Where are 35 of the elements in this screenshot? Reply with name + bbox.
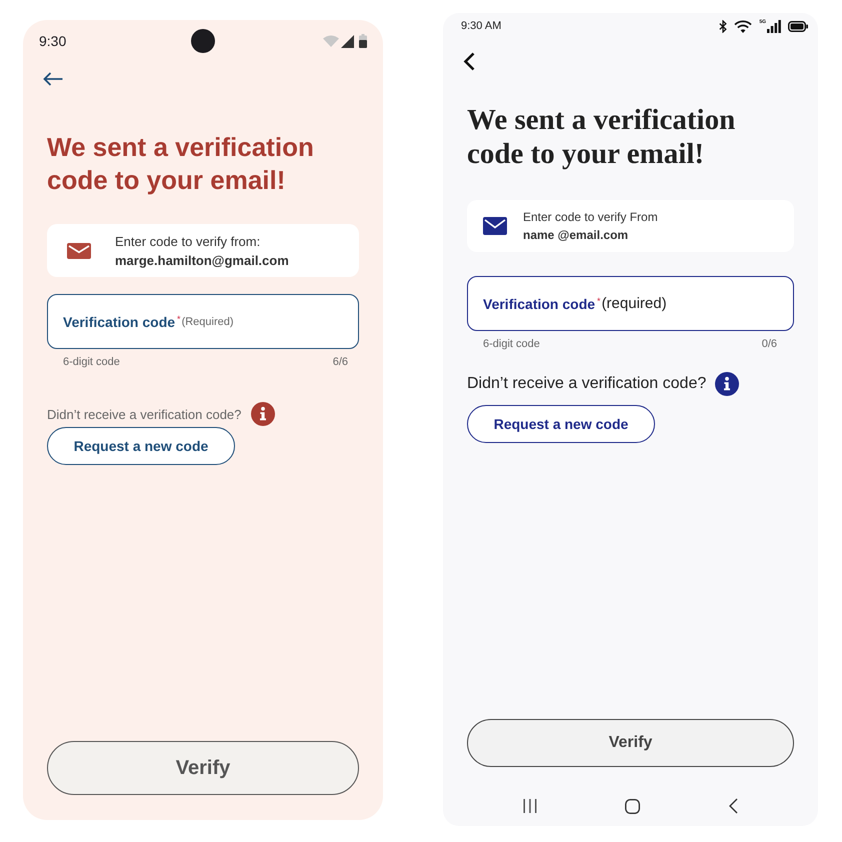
- email-address: name @email.com: [523, 227, 630, 244]
- status-time: 9:30: [39, 33, 68, 49]
- camera-cutout-icon: [191, 29, 215, 53]
- info-icon[interactable]: [251, 402, 276, 426]
- battery-icon: [359, 34, 367, 48]
- wifi-icon: [734, 20, 752, 32]
- home-icon[interactable]: [625, 798, 640, 814]
- request-code-button[interactable]: Request a new code: [467, 405, 655, 443]
- envelope-icon: [67, 242, 91, 258]
- verification-code-field[interactable]: Verification code*(required): [467, 276, 794, 331]
- back-nav-icon[interactable]: [728, 798, 738, 814]
- page-title: We sent a verification code to your email!: [467, 103, 736, 171]
- helper-text: 6-digit code: [483, 337, 540, 352]
- back-chevron-icon[interactable]: [463, 52, 475, 71]
- bluetooth-icon: [719, 20, 728, 32]
- recent-apps-icon[interactable]: [523, 799, 537, 813]
- back-arrow-icon[interactable]: [43, 72, 63, 86]
- resend-prompt: Didn’t receive a verification code?: [467, 375, 706, 393]
- resend-prompt: Didn’t receive a verification code?: [47, 406, 242, 422]
- envelope-icon: [483, 217, 507, 235]
- wifi-icon: [323, 35, 339, 47]
- signal-icon: [341, 34, 354, 48]
- instruction-text: Enter code to verify from:: [115, 232, 262, 250]
- verification-code-field[interactable]: Verification code*(Required): [47, 294, 359, 349]
- page-title: We sent a verification code to your email!: [47, 131, 315, 197]
- character-counter: 6/6: [332, 355, 348, 370]
- signal-icon: [767, 20, 781, 32]
- helper-text: 6-digit code: [63, 355, 120, 370]
- request-code-button[interactable]: Request a new code: [47, 427, 235, 465]
- battery-icon: [788, 20, 808, 32]
- instruction-text: Enter code to verify From: [523, 209, 658, 226]
- info-icon[interactable]: [715, 372, 740, 396]
- character-counter: 0/6: [762, 337, 777, 352]
- status-time: 9:30 AM: [461, 20, 502, 32]
- email-address: marge.hamilton@gmail.com: [115, 252, 289, 270]
